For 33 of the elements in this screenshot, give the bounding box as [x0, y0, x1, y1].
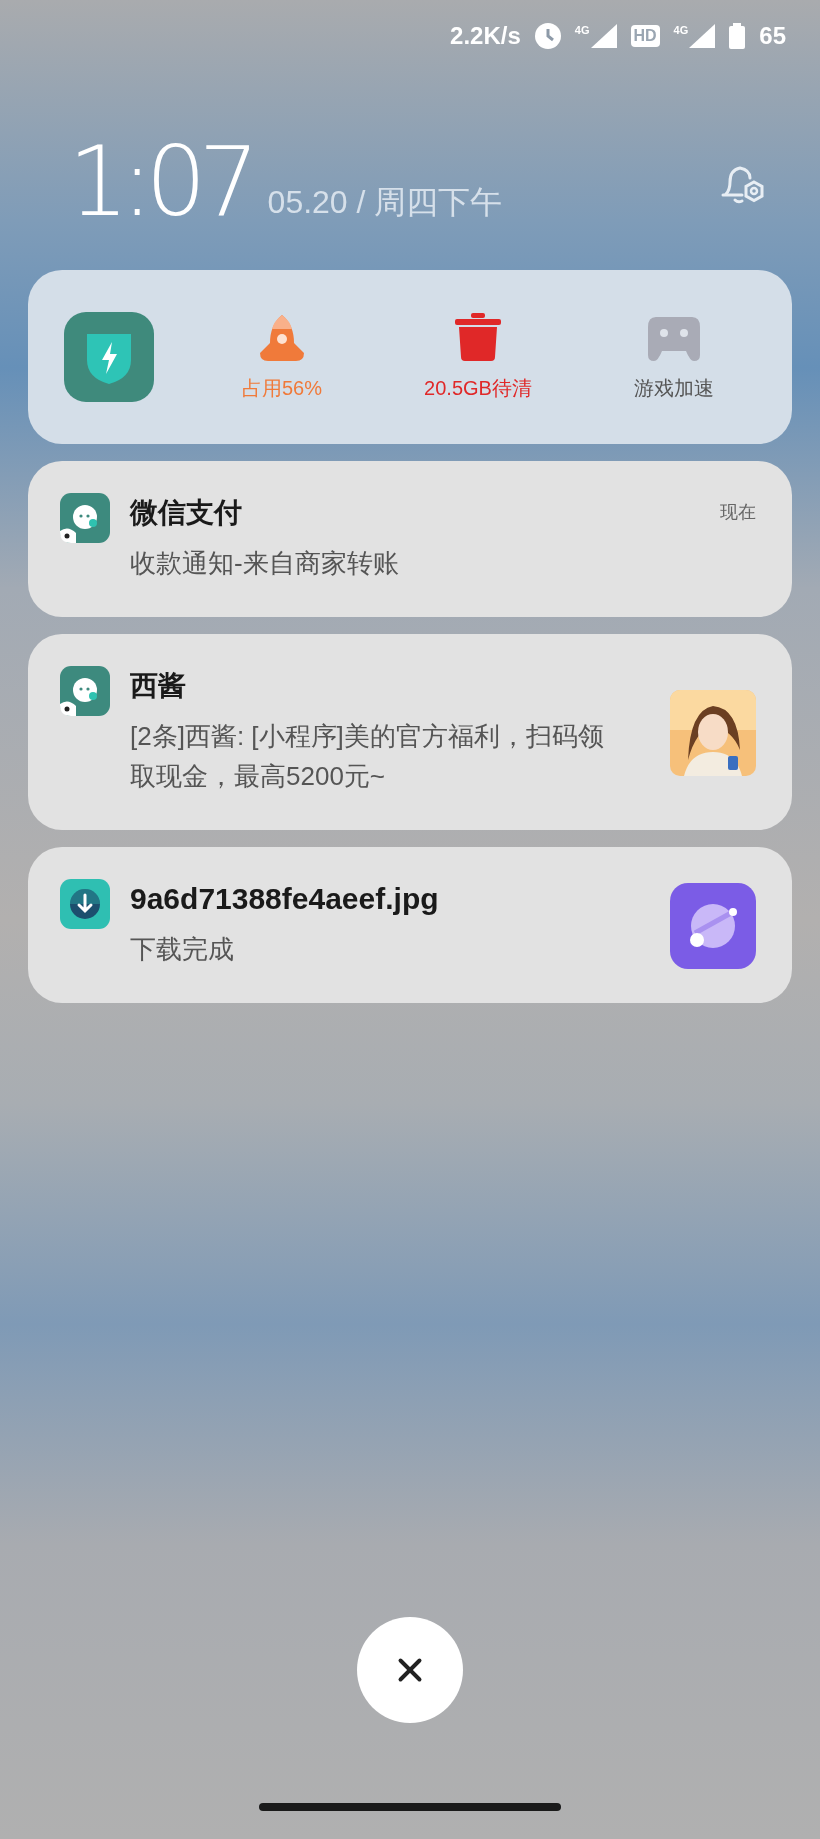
- notification-title: 9a6d71388fe4aeef.jpg: [130, 881, 440, 917]
- security-shield-icon[interactable]: [64, 312, 154, 402]
- network-speed: 2.2K/s: [450, 21, 521, 51]
- rocket-icon: [258, 315, 306, 361]
- notification-title: 西酱: [130, 669, 187, 703]
- notification-card[interactable]: 微信支付 收款通知-来自商家转账 现在: [28, 461, 792, 617]
- battery-level: 65: [759, 21, 786, 51]
- clock-time: 1:07: [68, 136, 252, 228]
- network-type: 4G: [673, 25, 689, 36]
- notification-title: 微信支付: [130, 496, 243, 530]
- notification-time: 现在: [719, 501, 756, 524]
- notification-text: [2条]西酱: [小程序]美的官方福利，扫码领取现金，最高5200元~: [130, 720, 605, 793]
- notification-text: 收款通知-来自商家转账: [130, 547, 400, 580]
- notification-card[interactable]: 西酱 [2条]西酱: [小程序]美的官方福利，扫码领取现金，最高5200元~: [28, 634, 792, 830]
- notification-card[interactable]: 9a6d71388fe4aeef.jpg 下载完成: [28, 847, 792, 1003]
- notification-text: 下载完成: [130, 933, 235, 966]
- alarm-clock-icon: [534, 23, 561, 49]
- signal-icon: [689, 24, 716, 48]
- quick-action-label: 游戏加速: [634, 376, 714, 401]
- clock-date: 05.20 / 周四下午: [267, 183, 503, 222]
- download-app-icon: [60, 879, 110, 929]
- quick-action-label: 占用56%: [242, 376, 322, 401]
- trash-bin-icon: [455, 313, 501, 361]
- signal-icon: [590, 24, 617, 48]
- chat-app-icon: [60, 493, 110, 543]
- hd-badge: HD: [630, 25, 660, 47]
- network-type: 4G: [574, 25, 590, 36]
- gamepad-icon: [648, 317, 700, 361]
- quick-action-label: 20.5GB待清: [424, 376, 532, 401]
- chat-app-icon: [60, 666, 110, 716]
- battery-icon: [729, 23, 746, 49]
- quick-action[interactable]: 游戏加速: [589, 311, 759, 403]
- browser-app-icon: [670, 883, 756, 969]
